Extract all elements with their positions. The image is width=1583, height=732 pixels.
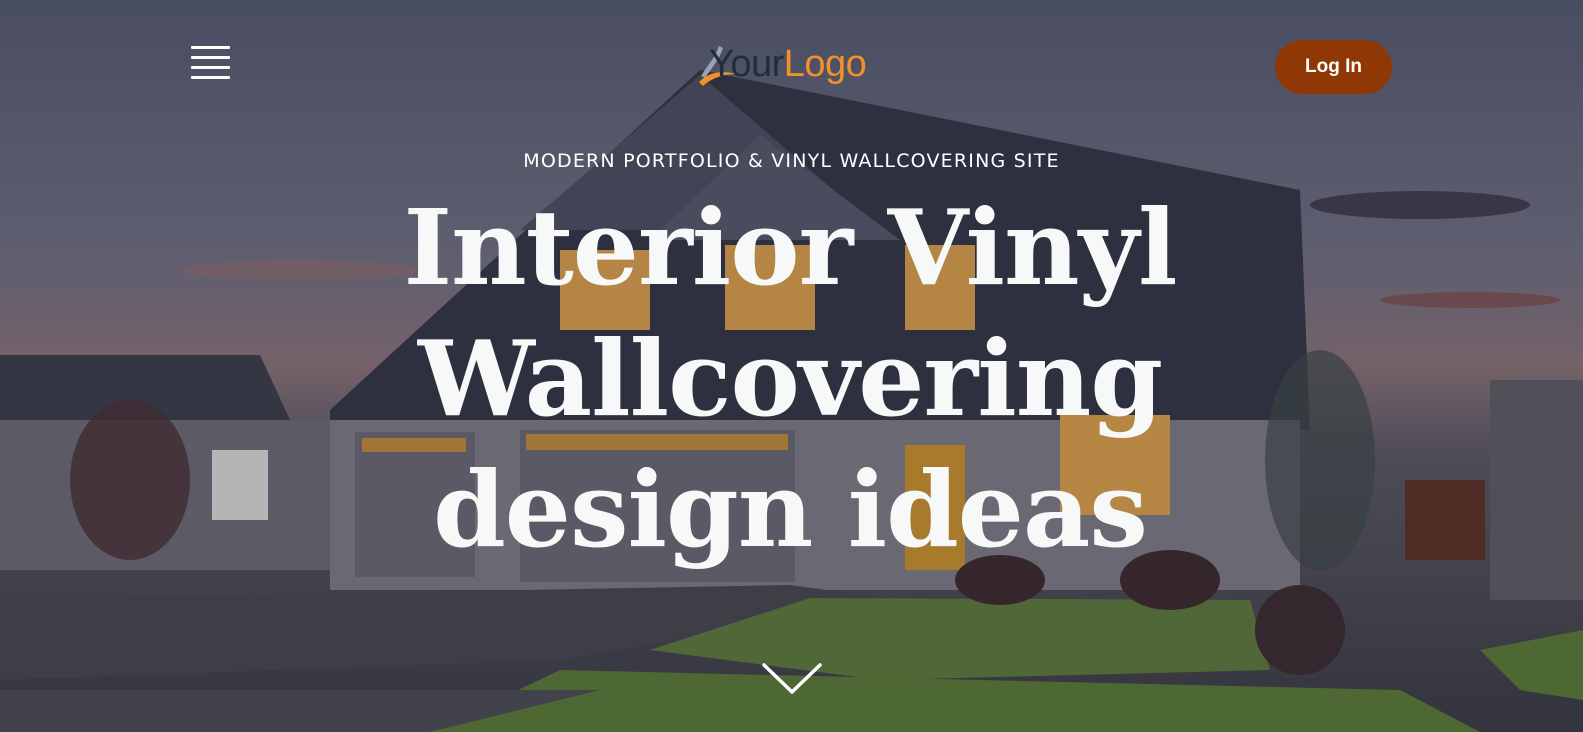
hero-section: YourLogo Log In MODERN PORTFOLIO & VINYL… [0, 0, 1583, 732]
logo-text: YourLogo [709, 40, 867, 88]
menu-bar-2 [191, 56, 230, 59]
hero-tagline: MODERN PORTFOLIO & VINYL WALLCOVERING SI… [523, 150, 1060, 172]
site-logo[interactable]: YourLogo [697, 40, 887, 92]
menu-bar-3 [191, 66, 230, 69]
chevron-down-icon[interactable] [761, 662, 823, 696]
logo-text-logo: Logo [783, 43, 867, 85]
menu-bar-1 [191, 46, 230, 49]
hamburger-menu-icon[interactable] [188, 44, 232, 88]
login-button[interactable]: Log In [1275, 40, 1392, 94]
hero-headline: Interior Vinyl Wallcovering design ideas [403, 186, 1177, 571]
logo-text-your: Your [709, 43, 784, 85]
menu-bar-4 [191, 76, 230, 79]
